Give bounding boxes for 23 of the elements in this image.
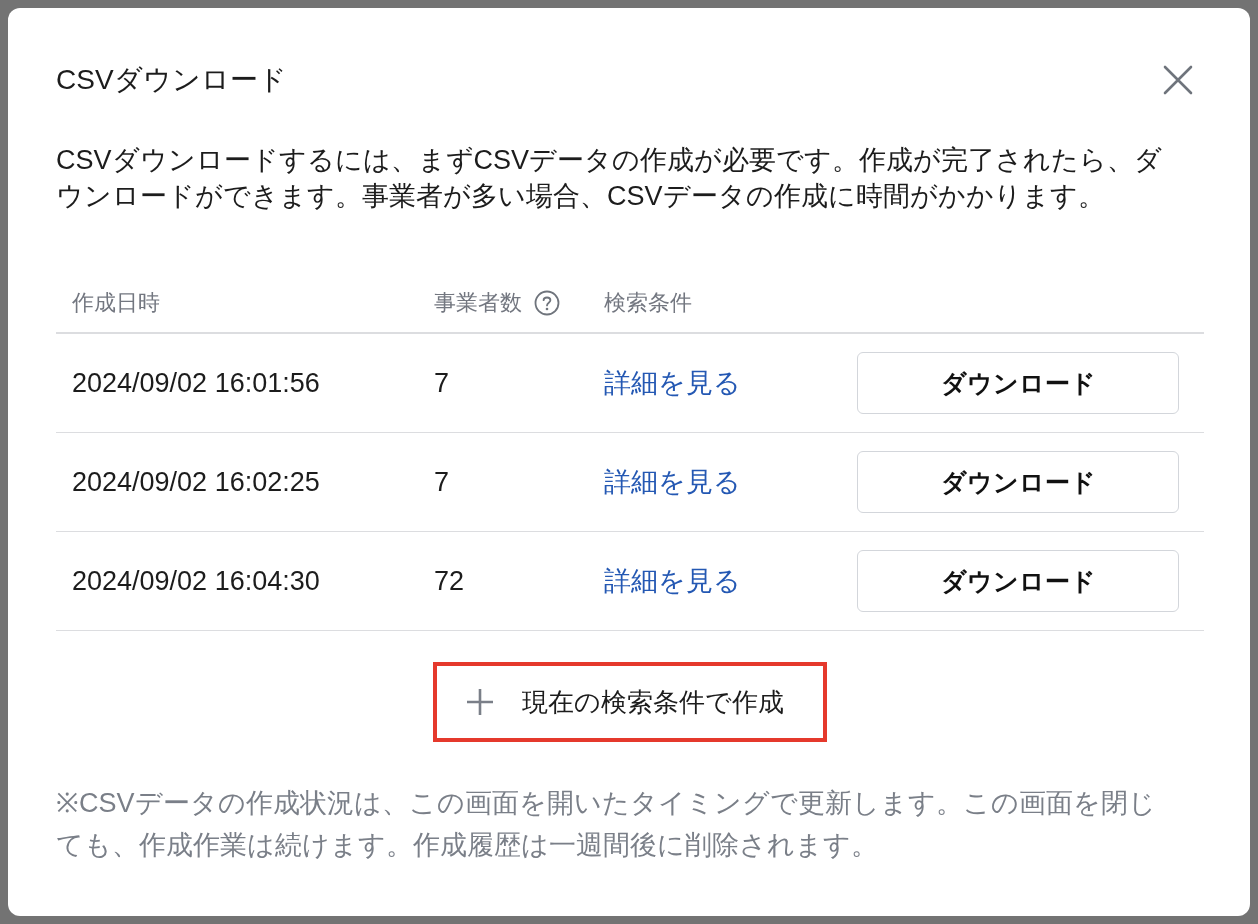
date-cell: 2024/09/02 16:02:25 xyxy=(72,466,320,498)
description: CSVダウンロードするには、まずCSVデータの作成が必要です。作成が完了されたら、ダウンロードができます。事業者が多い場合、CSVデータの作成に時間がかかります。 xyxy=(56,144,1164,213)
dialog-title: CSVダウンロード xyxy=(56,63,287,97)
count-cell: 7 xyxy=(434,367,450,399)
column-header: 検索条件 xyxy=(604,289,692,317)
column-header: 作成日時 xyxy=(72,289,160,317)
count-cell: 7 xyxy=(434,466,450,498)
count-cell: 72 xyxy=(434,565,465,597)
date-cell: 2024/09/02 16:04:30 xyxy=(72,565,320,597)
download-button[interactable]: ダウンロード xyxy=(857,550,1179,612)
download-button[interactable]: ダウンロード xyxy=(857,451,1179,513)
details-link[interactable]: 詳細を見る xyxy=(604,563,741,599)
close-icon xyxy=(1163,65,1193,95)
close-button[interactable] xyxy=(1163,65,1193,95)
date-cell: 2024/09/02 16:01:56 xyxy=(72,367,320,399)
plus-icon xyxy=(466,688,494,716)
create-button[interactable]: 現在の検索条件で作成 xyxy=(433,662,827,742)
details-link[interactable]: 詳細を見る xyxy=(604,365,741,401)
help-icon[interactable] xyxy=(534,290,560,316)
download-button[interactable]: ダウンロード xyxy=(857,352,1179,414)
details-link[interactable]: 詳細を見る xyxy=(604,464,741,500)
note-text: ※CSVデータの作成状況は、この画面を開いたタイミングで更新します。この画面を閉じても、作成作業は続けます。作成履歴は一週間後に削除されます。 xyxy=(56,787,1157,862)
column-header: 事業者数 xyxy=(434,289,522,317)
